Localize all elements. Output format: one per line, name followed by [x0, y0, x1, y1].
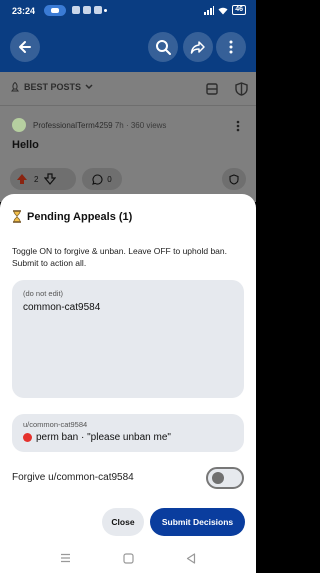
red-circle-icon: [23, 433, 32, 442]
home-square-icon: [122, 552, 134, 564]
award-icon: [229, 173, 239, 185]
appeal-info-box: u/common-cat9584 perm ban · "please unba…: [12, 414, 244, 452]
username-text-area[interactable]: (do not edit) common-cat9584: [12, 280, 244, 398]
app-bar: [0, 22, 256, 72]
mod-shield-icon[interactable]: [235, 82, 248, 96]
author-avatar[interactable]: [12, 118, 26, 132]
notification-icon: [72, 6, 80, 14]
appeal-username: u/common-cat9584: [23, 420, 88, 429]
comment-icon: [92, 173, 103, 185]
forgive-toggle[interactable]: [206, 467, 244, 489]
sheet-description: Toggle ON to forgive & unban. Leave OFF …: [12, 246, 227, 268]
menu-lines-icon: [60, 553, 70, 563]
back-nav-button[interactable]: [184, 551, 198, 565]
back-arrow-icon: [19, 41, 31, 53]
system-nav-bar: [0, 543, 256, 573]
search-icon: [156, 40, 171, 55]
back-button[interactable]: [10, 32, 40, 62]
submit-decisions-button[interactable]: Submit Decisions: [150, 508, 245, 536]
status-time: 23:24: [12, 6, 36, 16]
forgive-toggle-row: Forgive u/common-cat9584: [12, 465, 244, 491]
signal-icon: [204, 5, 215, 15]
comment-count: 0: [107, 174, 112, 184]
layout-view-icon[interactable]: [206, 83, 218, 95]
sheet-title: Pending Appeals (1): [12, 210, 132, 223]
post-age-views: 7h · 360 views: [114, 121, 167, 130]
toggle-knob: [212, 472, 224, 484]
close-button[interactable]: Close: [102, 508, 144, 536]
appeal-detail: perm ban · "please unban me": [23, 432, 171, 443]
more-notifications-dot: [104, 9, 107, 12]
notification-icon: [83, 6, 91, 14]
sort-selector[interactable]: BEST POSTS: [10, 82, 93, 92]
forgive-toggle-label: Forgive u/common-cat9584: [12, 472, 134, 483]
rocket-icon: [11, 82, 19, 92]
award-button[interactable]: [222, 168, 246, 190]
vote-count: 2: [34, 174, 39, 184]
text-area-value: common-cat9584: [23, 302, 101, 313]
notification-icon: [94, 6, 102, 14]
sheet-title-text: Pending Appeals (1): [27, 210, 133, 223]
appeal-detail-text: perm ban · "please unban me": [36, 432, 171, 443]
downvote-icon[interactable]: [44, 173, 57, 185]
more-vertical-icon: [229, 40, 233, 54]
home-button[interactable]: [121, 551, 135, 565]
feed-background: BEST POSTS ProfessionalTerm4259 7h · 360…: [0, 72, 256, 202]
author-name[interactable]: ProfessionalTerm4259: [33, 121, 113, 130]
wifi-icon: [218, 7, 228, 14]
vote-controls: 2: [10, 168, 76, 190]
pending-appeals-sheet: Pending Appeals (1) Toggle ON to forgive…: [0, 194, 256, 543]
post-meta: ProfessionalTerm4259 7h · 360 views: [33, 121, 166, 130]
share-button[interactable]: [183, 32, 213, 62]
comment-button[interactable]: 0: [82, 168, 122, 190]
back-triangle-icon: [186, 552, 196, 564]
status-bar: 23:24 46: [0, 0, 256, 22]
text-area-hint: (do not edit): [23, 289, 64, 298]
overflow-menu-button[interactable]: [216, 32, 246, 62]
recents-button[interactable]: [58, 551, 72, 565]
post-title[interactable]: Hello: [12, 139, 39, 151]
chevron-down-icon: [85, 84, 93, 90]
divider: [0, 105, 256, 106]
battery-icon: 46: [232, 5, 246, 15]
search-button[interactable]: [148, 32, 178, 62]
call-indicator-icon: [44, 5, 66, 16]
upvote-icon[interactable]: [16, 173, 28, 185]
hourglass-icon: [13, 210, 21, 223]
share-icon: [190, 41, 205, 54]
sort-label: BEST POSTS: [24, 82, 82, 92]
post-more-icon[interactable]: [236, 120, 240, 132]
